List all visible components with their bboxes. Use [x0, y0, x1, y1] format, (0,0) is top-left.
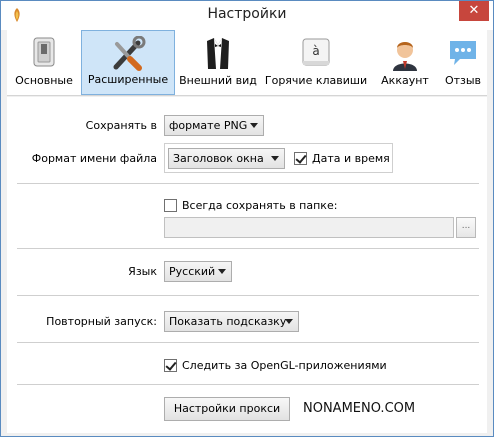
filename-format-value: Заголовок окна — [173, 152, 264, 165]
tab-advanced[interactable]: Расширенные — [81, 30, 175, 95]
user-avatar-icon — [393, 42, 417, 71]
opengl-checkbox[interactable] — [164, 359, 177, 372]
filename-format-label: Формат имени файла — [31, 152, 157, 165]
window-title: Настройки — [207, 6, 287, 22]
divider — [17, 248, 479, 249]
tools-icon — [113, 36, 146, 71]
divider — [17, 384, 479, 385]
tab-label: Внешний вид — [179, 74, 257, 87]
save-folder-input[interactable] — [164, 217, 454, 238]
language-value: Русский — [169, 265, 216, 278]
always-save-checkbox[interactable] — [164, 199, 177, 212]
key-icon: à — [302, 38, 330, 66]
chevron-down-icon — [250, 123, 258, 128]
relaunch-value: Показать подсказку — [169, 315, 287, 328]
save-format-dropdown[interactable]: формате PNG — [164, 115, 264, 136]
divider — [17, 342, 479, 343]
close-button[interactable]: ✕ — [459, 1, 489, 21]
browse-folder-button[interactable]: ... — [456, 217, 476, 238]
tab-appearance[interactable]: Внешний вид — [179, 30, 257, 95]
svg-text:à: à — [312, 44, 319, 58]
watermark-text: NONAMENO.COM — [303, 401, 416, 416]
opengl-label: Следить за OpenGL-приложениями — [182, 359, 387, 372]
divider — [17, 183, 479, 184]
toggle-switch-icon — [33, 37, 55, 67]
relaunch-label: Повторный запуск: — [46, 315, 157, 328]
language-label: Язык — [128, 265, 157, 278]
datetime-checkbox[interactable] — [294, 152, 307, 165]
tab-label: Аккаунт — [381, 74, 429, 87]
tab-label: Расширенные — [87, 73, 169, 86]
tab-label: Отзыв — [444, 74, 482, 87]
advanced-settings-panel: Сохранять в формате PNG Формат имени фай… — [7, 97, 487, 433]
relaunch-dropdown[interactable]: Показать подсказку — [164, 311, 299, 332]
save-format-label: Сохранять в — [85, 119, 157, 132]
chevron-down-icon — [271, 156, 279, 161]
chevron-down-icon — [285, 319, 293, 324]
tab-hotkeys[interactable]: à Горячие клавиши — [261, 30, 371, 95]
tab-feedback[interactable]: Отзыв — [439, 30, 487, 95]
filename-format-dropdown[interactable]: Заголовок окна — [168, 148, 285, 169]
tab-label: Основные — [15, 74, 73, 87]
chevron-down-icon — [218, 269, 226, 274]
settings-window: Настройки ✕ Основные Расширенные Внешний… — [0, 0, 494, 437]
proxy-settings-button[interactable]: Настройки прокси — [164, 397, 290, 421]
tab-basic[interactable]: Основные — [9, 30, 79, 95]
title-bar[interactable]: Настройки ✕ — [1, 1, 493, 30]
divider — [17, 295, 479, 296]
save-format-value: формате PNG — [169, 119, 248, 132]
language-dropdown[interactable]: Русский — [164, 261, 232, 282]
datetime-label: Дата и время — [312, 152, 390, 165]
tuxedo-icon — [207, 38, 229, 69]
speech-bubble-icon — [450, 41, 476, 65]
always-save-label: Всегда сохранять в папке: — [182, 199, 338, 212]
tab-label: Горячие клавиши — [264, 74, 368, 87]
tab-account[interactable]: Аккаунт — [375, 30, 435, 95]
settings-toolbar: Основные Расширенные Внешний вид à Горяч… — [7, 30, 487, 96]
